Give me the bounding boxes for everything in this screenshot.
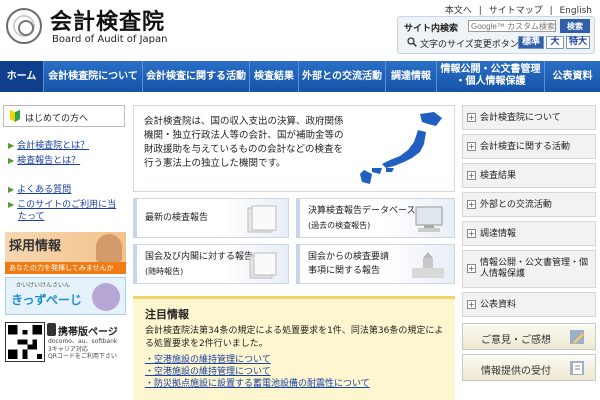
notice-link-battery-seismic[interactable]: ・防災拠点施設に設置する蓄電池設備の耐震性について [145,376,370,389]
computer-icon [415,206,443,232]
nav-procurement[interactable]: 調達情報 [386,61,437,92]
right-item-publications[interactable]: + 公表資料 [462,292,596,317]
site-title[interactable]: 会計検査院 [50,4,165,36]
site-subtitle: Board of Audit of Japan [52,34,168,45]
english-link[interactable]: English [560,6,593,16]
search-input[interactable] [468,20,556,32]
feedback-label: ご意見・ご感想 [481,335,551,346]
left-sidebar: はじめての方へ ▶ 会計検査院とは？ ▶ 検査報告とは？ ▶ よくある質問 ▶ このサイ… [0,100,127,400]
arrow-icon: ▶ [8,185,15,194]
notice-panel: 注目情報 会計検査院法第34条の規定による処置要求を1件、同法第36条の規定によ… [133,296,455,400]
card-latest-report-label: 最新の検査報告 [145,213,209,223]
main-nav: ホーム 会計検査院について 会計検査に関する活動 検査結果 外部との交流活動 調… [0,61,600,92]
nav-audit-results[interactable]: 検査結果 [250,61,299,92]
link-site-usage[interactable]: ▶ このサイトのご利用に当 たって [8,199,126,223]
sitemap-link[interactable]: サイトマップ [489,6,543,16]
card-report-to-diet-label: 国会及び内閣に対する報告 [145,252,254,262]
skip-to-content-link[interactable]: 本文へ [445,6,472,16]
kids-subtitle: かいけいけんさいん [16,282,71,289]
search-label: サイト内検索 [404,24,459,34]
top-links: 本文へ | サイトマップ | English [444,6,593,16]
plus-icon: + [467,299,476,309]
information-submission-label: 情報提供の受付 [481,366,551,377]
card-report-database-label: 決算検査報告データベース [308,206,416,216]
information-submission-button[interactable]: 情報提供の受付 [462,354,596,381]
nav-about[interactable]: 会計検査院について [44,61,143,92]
card-report-database-sublabel: (過去の検査報告) [308,221,371,230]
japan-map-icon [360,112,442,184]
nav-publications[interactable]: 公表資料 [545,61,600,92]
nav-home[interactable]: ホーム [0,61,44,92]
beginner-box[interactable]: はじめての方へ [3,105,125,127]
font-size-label: 文字のサイズ変更ボタン [420,40,519,50]
header-tools: サイト内検索 検索 文字のサイズ変更ボタン 標準 大 特大 [397,16,595,54]
kids-page-banner[interactable]: かいけいけんさいん きっずぺーじ [5,277,126,315]
plus-icon: + [467,228,476,238]
plus-icon: + [467,199,476,209]
intro-panel: 会計検査院は、国の収入支出の決算、政府関係機関・独立行政法人等の会計、国が補助金… [133,105,455,192]
right-item-audit-results[interactable]: + 検査結果 [462,163,596,188]
arrow-icon: ▶ [8,156,15,165]
font-size-large-button[interactable]: 大 [546,36,564,49]
feedback-button[interactable]: ご意見・ご感想 [462,323,596,350]
report-document-icon [249,252,277,279]
font-size-standard-button[interactable]: 標準 [518,36,544,49]
right-item-audit-activities[interactable]: + 会計検査に関する活動 [462,134,596,159]
page: 会計検査院 Board of Audit of Japan 本文へ | サイトマ… [0,0,600,400]
mascot-icon [92,283,120,311]
plus-icon: + [467,141,476,151]
person-photo [96,234,122,262]
mobile-page-title[interactable]: 携帯版ページ [58,323,118,338]
nav-audit-activities[interactable]: 会計検査に関する活動 [143,61,250,92]
card-diet-request-report-label: 国会からの検査要請 [308,252,390,262]
card-latest-report[interactable]: 最新の検査報告 [133,198,289,238]
right-item-external-exchange[interactable]: + 外部との交流活動 [462,192,596,217]
pencil-icon [570,330,584,344]
nav-information-disclosure-line1: 情報公開・公文書管理 [440,64,541,75]
kids-title: きっずぺーじ [11,293,82,307]
right-item-procurement[interactable]: + 調達情報 [462,221,596,246]
plus-icon: + [467,264,476,273]
card-report-database[interactable]: 決算検査報告データベース (過去の検査報告) [296,198,455,238]
qr-code-pattern [8,325,42,359]
seal-logo[interactable] [6,8,42,44]
nav-external-exchange[interactable]: 外部との交流活動 [299,61,386,92]
nav-information-disclosure[interactable]: 情報公開・公文書管理 ・個人情報保護 [437,61,545,92]
right-item-about[interactable]: + 会計検査院について [462,105,596,130]
diet-building-icon [412,252,444,278]
report-document-icon [247,205,277,233]
card-diet-request-report-label-2: 事項に関する報告 [308,266,381,276]
beginner-label: はじめての方へ [25,114,89,124]
document-icon [570,361,584,375]
notice-title: 注目情報 [145,308,189,321]
mobile-page-description: docomo、au、softbank 3キャリア対応 QRコードをご利用下さい [48,338,118,360]
plus-icon: + [467,112,476,122]
recruit-title: 採用情報 [9,239,62,254]
font-size-xlarge-button[interactable]: 特大 [566,36,590,49]
card-report-to-diet[interactable]: 国会及び内閣に対する報告 (随時報告) [133,244,289,284]
recruit-subtitle: あなたの力を発揮してみませんか [5,262,126,274]
link-faq[interactable]: ▶ よくある質問 [8,184,126,196]
card-diet-request-report[interactable]: 国会からの検査要請 事項に関する報告 [296,244,455,284]
nav-information-disclosure-line2: ・個人情報保護 [455,76,526,87]
arrow-icon: ▶ [8,200,15,209]
beginner-mark-icon [10,110,20,122]
mobile-phone-icon [47,323,56,336]
link-what-is-board[interactable]: ▶ 会計検査院とは？ [8,140,126,152]
magnifier-icon [407,37,417,47]
intro-text: 会計検査院は、国の収入支出の決算、政府関係機関・独立行政法人等の会計、国が補助金… [144,116,344,169]
arrow-icon: ▶ [8,141,15,150]
notice-body: 会計検査院法第34条の規定による処置要求を1件、同法第36条の規定による処置要求… [145,326,444,349]
right-item-information-disclosure[interactable]: + 情報公開・公文書管理・個人情報保護 [462,250,596,288]
card-report-to-diet-sublabel: (随時報告) [145,267,184,276]
search-button[interactable]: 検索 [560,19,590,33]
qr-code [5,322,45,362]
right-sidebar: + 会計検査院について + 会計検査に関する活動 + 検査結果 + 外部との交流活動 +… [462,100,596,400]
header: 会計検査院 Board of Audit of Japan 本文へ | サイトマ… [0,0,600,58]
recruit-banner[interactable]: 採用情報 あなたの力を発揮してみませんか [5,232,126,274]
plus-icon: + [467,170,476,180]
link-what-is-report[interactable]: ▶ 検査報告とは？ [8,155,126,167]
main-content: 会計検査院は、国の収入支出の決算、政府関係機関・独立行政法人等の会計、国が補助金… [133,100,455,400]
